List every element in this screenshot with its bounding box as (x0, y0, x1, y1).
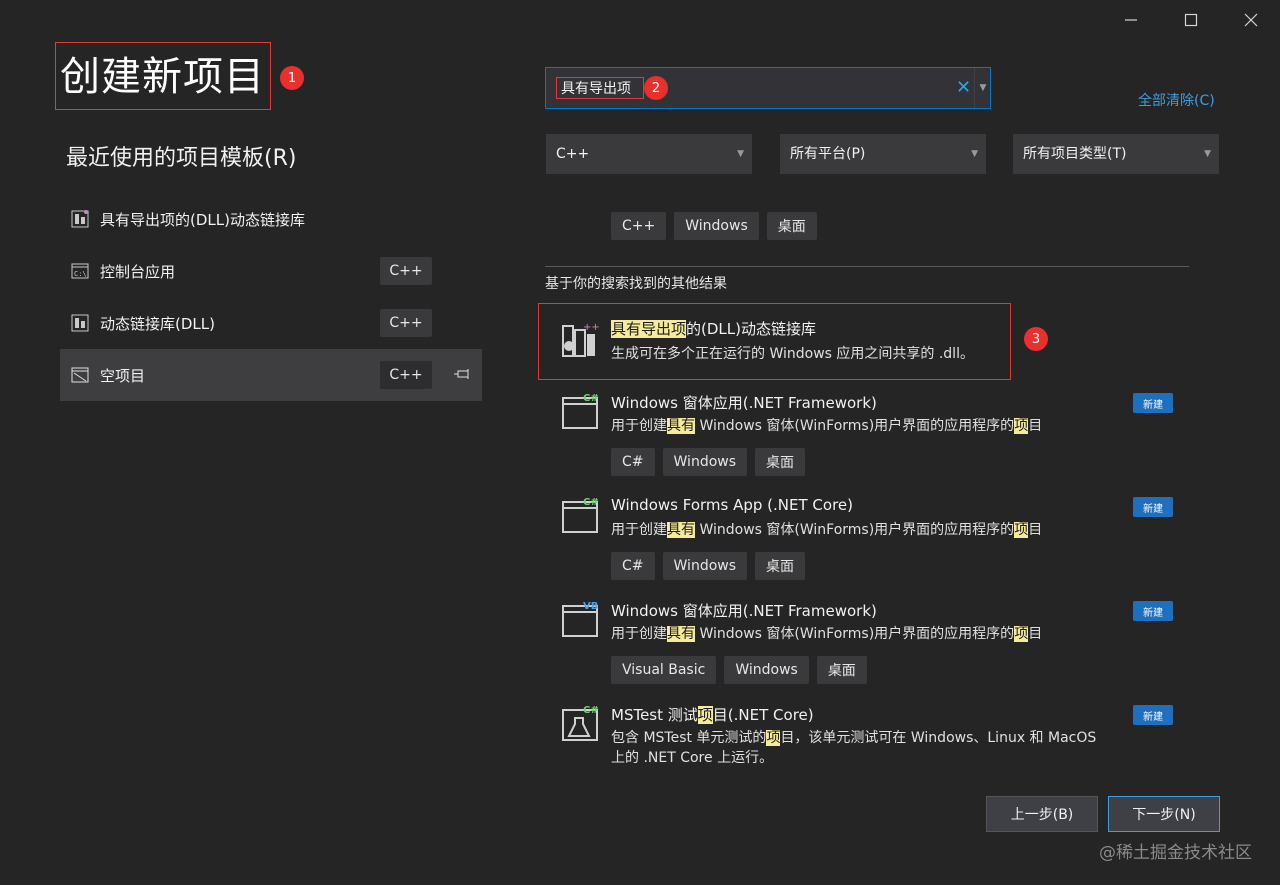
result-item-winforms-core[interactable]: C# Windows Forms App (.NET Core) 用于创建具有 … (545, 494, 1189, 590)
clear-search-icon[interactable]: ✕ (956, 78, 971, 98)
recent-item-dll-export[interactable]: 具有导出项的(DLL)动态链接库 (60, 193, 482, 245)
result-description: 用于创建具有 Windows 窗体(WinForms)用户界面的应用程序的项目 (611, 626, 1043, 642)
annotation-badge-3: 3 (1024, 327, 1048, 351)
console-app-icon: C:\ (70, 261, 90, 281)
empty-project-icon (70, 365, 90, 385)
dll-export-icon (70, 209, 90, 229)
new-badge: 新建 (1133, 601, 1173, 621)
svg-text:C#: C# (583, 705, 599, 716)
annotation-badge-1: 1 (280, 66, 304, 90)
tag: Visual Basic (611, 656, 717, 684)
project-type-filter-value: 所有项目类型(T) (1023, 146, 1127, 162)
pin-icon[interactable] (452, 365, 472, 385)
platform-filter[interactable]: 所有平台(P) ▼ (780, 134, 986, 174)
result-item-mstest[interactable]: C# MSTest 测试项目(.NET Core) 包含 MSTest 单元测试… (545, 702, 1189, 770)
result-title: Windows 窗体应用(.NET Framework) (611, 394, 877, 412)
language-tag: C++ (380, 257, 432, 285)
result-description-line2: 上的 .NET Core 上运行。 (611, 750, 774, 766)
recent-item-label: 动态链接库(DLL) (100, 314, 215, 333)
result-tags: C# Windows 桌面 (611, 552, 806, 580)
maximize-icon (1184, 13, 1198, 27)
chevron-down-icon: ▼ (737, 149, 744, 159)
recent-templates-heading: 最近使用的项目模板(R) (66, 146, 297, 171)
tag: C++ (611, 212, 667, 240)
minimize-button[interactable] (1118, 8, 1144, 32)
language-filter-value: C++ (556, 146, 590, 162)
tag: C# (611, 552, 655, 580)
chevron-down-icon: ▼ (1204, 149, 1211, 159)
tag: 桌面 (755, 448, 806, 476)
tag: Windows (674, 212, 759, 240)
csharp-window-icon: C# (561, 392, 601, 432)
csharp-window-icon: C# (561, 496, 601, 536)
recent-item-label: 控制台应用 (100, 262, 176, 281)
tag: 桌面 (766, 212, 817, 240)
result-item-winforms-framework[interactable]: C# Windows 窗体应用(.NET Framework) 用于创建具有 W… (545, 390, 1189, 486)
vb-window-icon: VB (561, 600, 601, 640)
new-badge: 新建 (1133, 705, 1173, 725)
close-button[interactable] (1238, 8, 1264, 32)
search-input[interactable] (556, 77, 644, 99)
tag: Windows (724, 656, 809, 684)
platform-filter-value: 所有平台(P) (790, 146, 866, 162)
tag: C# (611, 448, 655, 476)
recent-item-label: 空项目 (100, 366, 146, 385)
watermark: @稀土掘金技术社区 (1099, 843, 1252, 863)
svg-text:C:\: C:\ (74, 270, 87, 278)
recent-item-dll[interactable]: 动态链接库(DLL) C++ (60, 297, 482, 349)
dll-icon (70, 313, 90, 333)
clear-all-link[interactable]: 全部清除(C) (1138, 90, 1215, 110)
back-button[interactable]: 上一步(B) (986, 796, 1098, 832)
results-list[interactable]: C++ Windows 桌面 基于你的搜索找到的其他结果 ++ 具有导出项的(D… (545, 180, 1205, 770)
annotation-box (538, 303, 1011, 380)
recent-item-empty-project[interactable]: 空项目 C++ (60, 349, 482, 401)
recent-item-label: 具有导出项的(DLL)动态链接库 (100, 210, 305, 229)
next-button[interactable]: 下一步(N) (1108, 796, 1220, 832)
project-type-filter[interactable]: 所有项目类型(T) ▼ (1013, 134, 1219, 174)
result-title: MSTest 测试项目(.NET Core) (611, 706, 814, 724)
result-tags: C# Windows 桌面 (611, 448, 806, 476)
tag: Windows (662, 552, 748, 580)
divider (545, 266, 1189, 267)
language-tag: C++ (380, 361, 432, 389)
result-tags: Visual Basic Windows 桌面 (611, 656, 867, 684)
new-badge: 新建 (1133, 393, 1173, 413)
chevron-down-icon: ▼ (979, 83, 987, 93)
maximize-button[interactable] (1178, 8, 1204, 32)
page-title: 创建新项目 (55, 42, 271, 110)
result-item-winforms-vb[interactable]: VB Windows 窗体应用(.NET Framework) 用于创建具有 W… (545, 598, 1189, 694)
language-tag: C++ (380, 309, 432, 337)
svg-text:C#: C# (583, 497, 599, 508)
tag: 桌面 (816, 656, 867, 684)
tag: Windows (662, 448, 748, 476)
result-description: 用于创建具有 Windows 窗体(WinForms)用户界面的应用程序的项目 (611, 522, 1043, 538)
tag: 桌面 (755, 552, 806, 580)
language-filter[interactable]: C++ ▼ (546, 134, 752, 174)
search-history-dropdown[interactable]: ▼ (974, 68, 991, 108)
other-results-label: 基于你的搜索找到的其他结果 (545, 276, 727, 292)
svg-text:C#: C# (583, 393, 599, 404)
result-description: 用于创建具有 Windows 窗体(WinForms)用户界面的应用程序的项目 (611, 418, 1043, 434)
annotation-badge-2: 2 (644, 76, 668, 100)
search-box[interactable]: ✕ ▼ (545, 67, 991, 109)
partial-result-tags: C++ Windows 桌面 (611, 212, 817, 240)
chevron-down-icon: ▼ (971, 149, 978, 159)
mstest-flask-icon: C# (561, 704, 601, 744)
new-badge: 新建 (1133, 497, 1173, 517)
partial-result-description (611, 180, 1031, 194)
recent-item-console-app[interactable]: C:\ 控制台应用 C++ (60, 245, 482, 297)
close-icon (1244, 13, 1258, 27)
result-title: Windows 窗体应用(.NET Framework) (611, 602, 877, 620)
svg-text:VB: VB (583, 601, 598, 612)
minimize-icon (1125, 19, 1137, 21)
result-title: Windows Forms App (.NET Core) (611, 496, 853, 514)
result-description: 包含 MSTest 单元测试的项目，该单元测试可在 Windows、Linux … (611, 730, 1097, 746)
